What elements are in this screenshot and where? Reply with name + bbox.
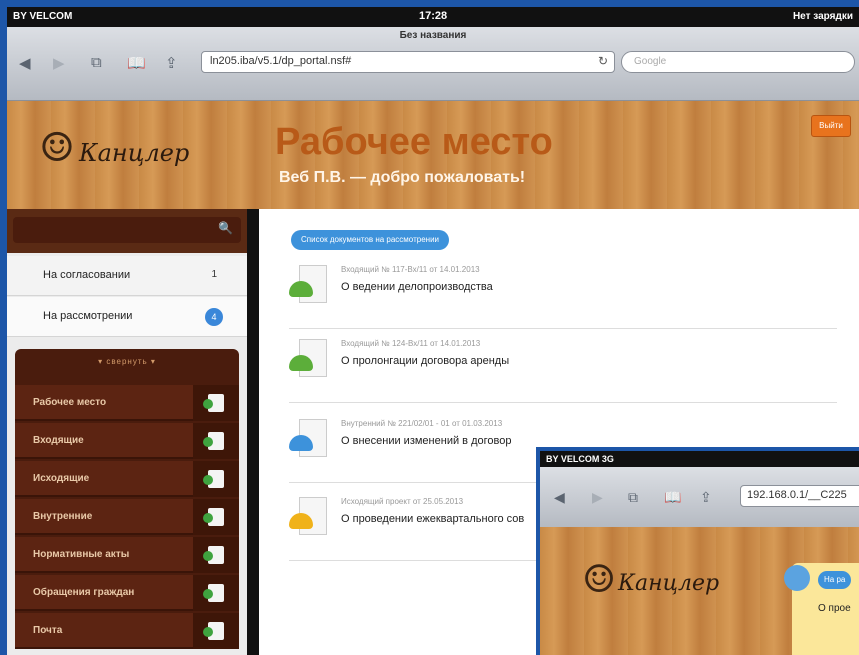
share-icon[interactable]: ⇪ (700, 489, 712, 506)
search-icon[interactable]: 🔍 (218, 221, 233, 235)
nav-menu: ▾ свернуть ▾ Рабочее место Входящие Исхо… (15, 349, 239, 649)
internal-document-icon (784, 565, 810, 591)
inset-browser-toolbar: ◀ ▶ ⧉ 📖 ⇪ 192.168.0.1/__C225 (540, 467, 859, 527)
outgoing-document-icon (289, 497, 329, 545)
internal-document-icon (289, 419, 329, 467)
inset-status-bar: BY VELCOM 3G (540, 451, 859, 467)
header-subtitle: Веб П.В. — добро пожаловать! (279, 169, 526, 186)
menu-item-workplace[interactable]: Рабочее место (15, 385, 239, 421)
count-badge: 4 (205, 308, 223, 326)
reload-icon[interactable]: ↻ (598, 54, 608, 68)
menu-item-citizen-requests[interactable]: Обращения граждан (15, 575, 239, 611)
panel-divider (247, 209, 259, 655)
bookmarks-icon[interactable]: 📖 (664, 489, 681, 506)
document-title: О ведении делопроизводства (341, 281, 493, 293)
collapse-label: свернуть (106, 357, 148, 366)
app-header: ☺ Канцлер Рабочее место Веб П.В. — добро… (7, 101, 859, 209)
menu-item-label: Почта (33, 625, 63, 636)
incoming-document-icon (289, 265, 329, 313)
document-meta: Входящий № 124-Вх/11 от 14.01.2013 (341, 339, 481, 348)
url-field[interactable]: ln205.iba/v5.1/dp_portal.nsf# ↻ (201, 51, 615, 73)
menu-item-mail[interactable]: Почта (15, 613, 239, 649)
inset-app-header: ☺ Канцлер На ра О прое (540, 527, 859, 655)
inset-screenshot: BY VELCOM 3G ◀ ▶ ⧉ 📖 ⇪ 192.168.0.1/__C22… (536, 447, 859, 655)
document-row[interactable]: Входящий № 117-Вх/11 от 14.01.2013 О вед… (289, 259, 837, 329)
sidebar-item-approval[interactable]: На согласовании 1 (7, 256, 247, 296)
add-document-icon[interactable] (193, 575, 239, 611)
document-meta: Исходящий проект от 25.05.2013 (341, 497, 464, 506)
menu-item-outgoing[interactable]: Исходящие (15, 461, 239, 497)
tabs-icon[interactable]: ⧉ (628, 489, 638, 506)
logo-text: Канцлер (79, 139, 190, 167)
inset-logo-text: Канцлер (618, 571, 720, 596)
inset-document-card: На ра О прое (784, 563, 859, 655)
document-title: О внесении изменений в договор (341, 435, 512, 447)
search-input[interactable]: Google (621, 51, 855, 73)
tabs-icon[interactable]: ⧉ (91, 54, 102, 71)
inset-screen: BY VELCOM 3G ◀ ▶ ⧉ 📖 ⇪ 192.168.0.1/__C22… (540, 451, 859, 655)
carrier-label: BY VELCOM (13, 11, 73, 22)
document-meta: Внутренний № 221/02/01 - 01 от 01.03.201… (341, 419, 503, 428)
sidebar-item-label: На согласовании (43, 269, 131, 281)
back-icon[interactable]: ◀ (554, 489, 565, 506)
share-icon[interactable]: ⇪ (165, 54, 178, 72)
incoming-document-icon (289, 339, 329, 387)
sidebar-item-label: На рассмотрении (43, 310, 133, 322)
exit-button[interactable]: Выйти (811, 115, 851, 137)
menu-item-label: Входящие (33, 435, 84, 446)
add-document-icon[interactable] (193, 461, 239, 497)
inset-document-title: О прое (818, 603, 851, 614)
inset-list-button[interactable]: На ра (818, 571, 852, 589)
logo: ☺ Канцлер (39, 123, 189, 181)
menu-item-internal[interactable]: Внутренние (15, 499, 239, 535)
menu-item-incoming[interactable]: Входящие (15, 423, 239, 459)
inset-url-field[interactable]: 192.168.0.1/__C225 (740, 485, 859, 507)
menu-item-regulations[interactable]: Нормативные акты (15, 537, 239, 573)
logo-face-icon: ☺ (582, 557, 617, 601)
battery-status: Нет зарядки (792, 11, 853, 22)
sidebar-search-panel: 🔍 (7, 209, 247, 253)
header-title: Рабочее место (275, 121, 553, 163)
back-icon[interactable]: ◀ (19, 54, 31, 72)
add-document-icon[interactable] (193, 423, 239, 459)
url-text: ln205.iba/v5.1/dp_portal.nsf# (210, 55, 352, 67)
status-bar: BY VELCOM 17:28 Нет зарядки (7, 7, 859, 27)
menu-item-label: Нормативные акты (33, 549, 130, 560)
menu-item-label: Исходящие (33, 473, 90, 484)
document-title: О проведении ежеквартального сов (341, 513, 525, 525)
sidebar: 🔍 На согласовании 1 На рассмотрении 4 ▾ … (7, 209, 247, 655)
collapse-toggle[interactable]: ▾ свернуть ▾ (15, 357, 239, 366)
screenshot-frame: BY VELCOM 17:28 Нет зарядки Без названия… (0, 0, 859, 655)
clock: 17:28 (419, 10, 448, 22)
sidebar-search-input[interactable]: 🔍 (13, 217, 241, 243)
forward-icon[interactable]: ▶ (53, 54, 65, 72)
forward-icon[interactable]: ▶ (592, 489, 603, 506)
add-document-icon[interactable] (193, 385, 239, 421)
document-meta: Входящий № 117-Вх/11 от 14.01.2013 (341, 265, 480, 274)
sidebar-item-review[interactable]: На рассмотрении 4 (7, 297, 247, 337)
page-title: Без названия (399, 30, 467, 41)
logo-face-icon: ☺ (39, 125, 75, 171)
mail-icon[interactable] (193, 613, 239, 649)
document-row[interactable]: Входящий № 124-Вх/11 от 14.01.2013 О про… (289, 333, 837, 403)
document-list-button[interactable]: Список документов на рассмотрении (291, 230, 449, 250)
count-label: 1 (211, 269, 217, 280)
menu-item-label: Внутренние (33, 511, 93, 522)
menu-item-label: Рабочее место (33, 397, 107, 408)
add-document-icon[interactable] (193, 499, 239, 535)
add-document-icon[interactable] (193, 537, 239, 573)
inset-carrier-label: BY VELCOM 3G (546, 454, 614, 464)
bookmarks-icon[interactable]: 📖 (127, 54, 146, 72)
browser-toolbar: Без названия ◀ ▶ ⧉ 📖 ⇪ ln205.iba/v5.1/dp… (7, 27, 859, 101)
menu-item-label: Обращения граждан (33, 587, 135, 598)
document-title: О пролонгации договора аренды (341, 355, 510, 367)
